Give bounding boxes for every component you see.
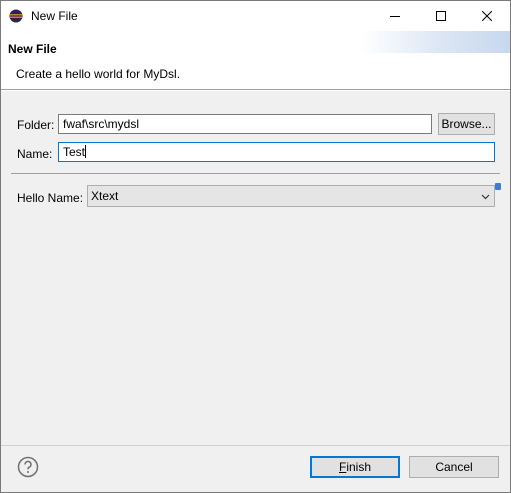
close-button[interactable]: [464, 1, 510, 31]
folder-field[interactable]: fwaf\src\mydsl: [58, 114, 432, 134]
hello-name-selected: Xtext: [91, 189, 119, 203]
finish-button[interactable]: Finish: [310, 456, 400, 478]
chevron-down-icon: [481, 194, 490, 200]
header-divider-highlight: [1, 90, 510, 91]
finish-label: inish: [346, 460, 372, 474]
name-value: Test: [63, 145, 86, 159]
wizard-description: Create a hello world for MyDsl.: [16, 67, 181, 81]
wizard-header: New File Create a hello world for MyDsl.: [1, 31, 510, 89]
wizard-title: New File: [8, 42, 57, 56]
name-field[interactable]: Test: [58, 142, 495, 162]
folder-value: fwaf\src\mydsl: [63, 117, 140, 131]
text-caret: [85, 145, 87, 158]
title-bar[interactable]: New File: [1, 1, 510, 31]
form-divider: [11, 173, 500, 174]
minimize-icon: [390, 16, 400, 17]
hello-name-select[interactable]: Xtext: [87, 185, 495, 207]
folder-label: Folder:: [17, 118, 55, 132]
maximize-icon: [436, 11, 446, 21]
eclipse-icon: [9, 9, 23, 23]
footer-divider: [1, 445, 510, 446]
hello-name-label: Hello Name:: [17, 191, 84, 205]
name-label: Name:: [17, 147, 53, 161]
maximize-button[interactable]: [418, 1, 464, 31]
browse-button[interactable]: Browse...: [438, 113, 495, 135]
info-decoration-icon: [495, 183, 501, 190]
cancel-button[interactable]: Cancel: [409, 456, 499, 478]
banner-graphic: [360, 31, 510, 53]
new-file-dialog: New File New File Create a hello world f…: [0, 0, 511, 493]
close-icon: [482, 11, 492, 21]
minimize-button[interactable]: [372, 1, 418, 31]
window-title: New File: [31, 9, 78, 23]
help-icon[interactable]: [17, 456, 39, 478]
